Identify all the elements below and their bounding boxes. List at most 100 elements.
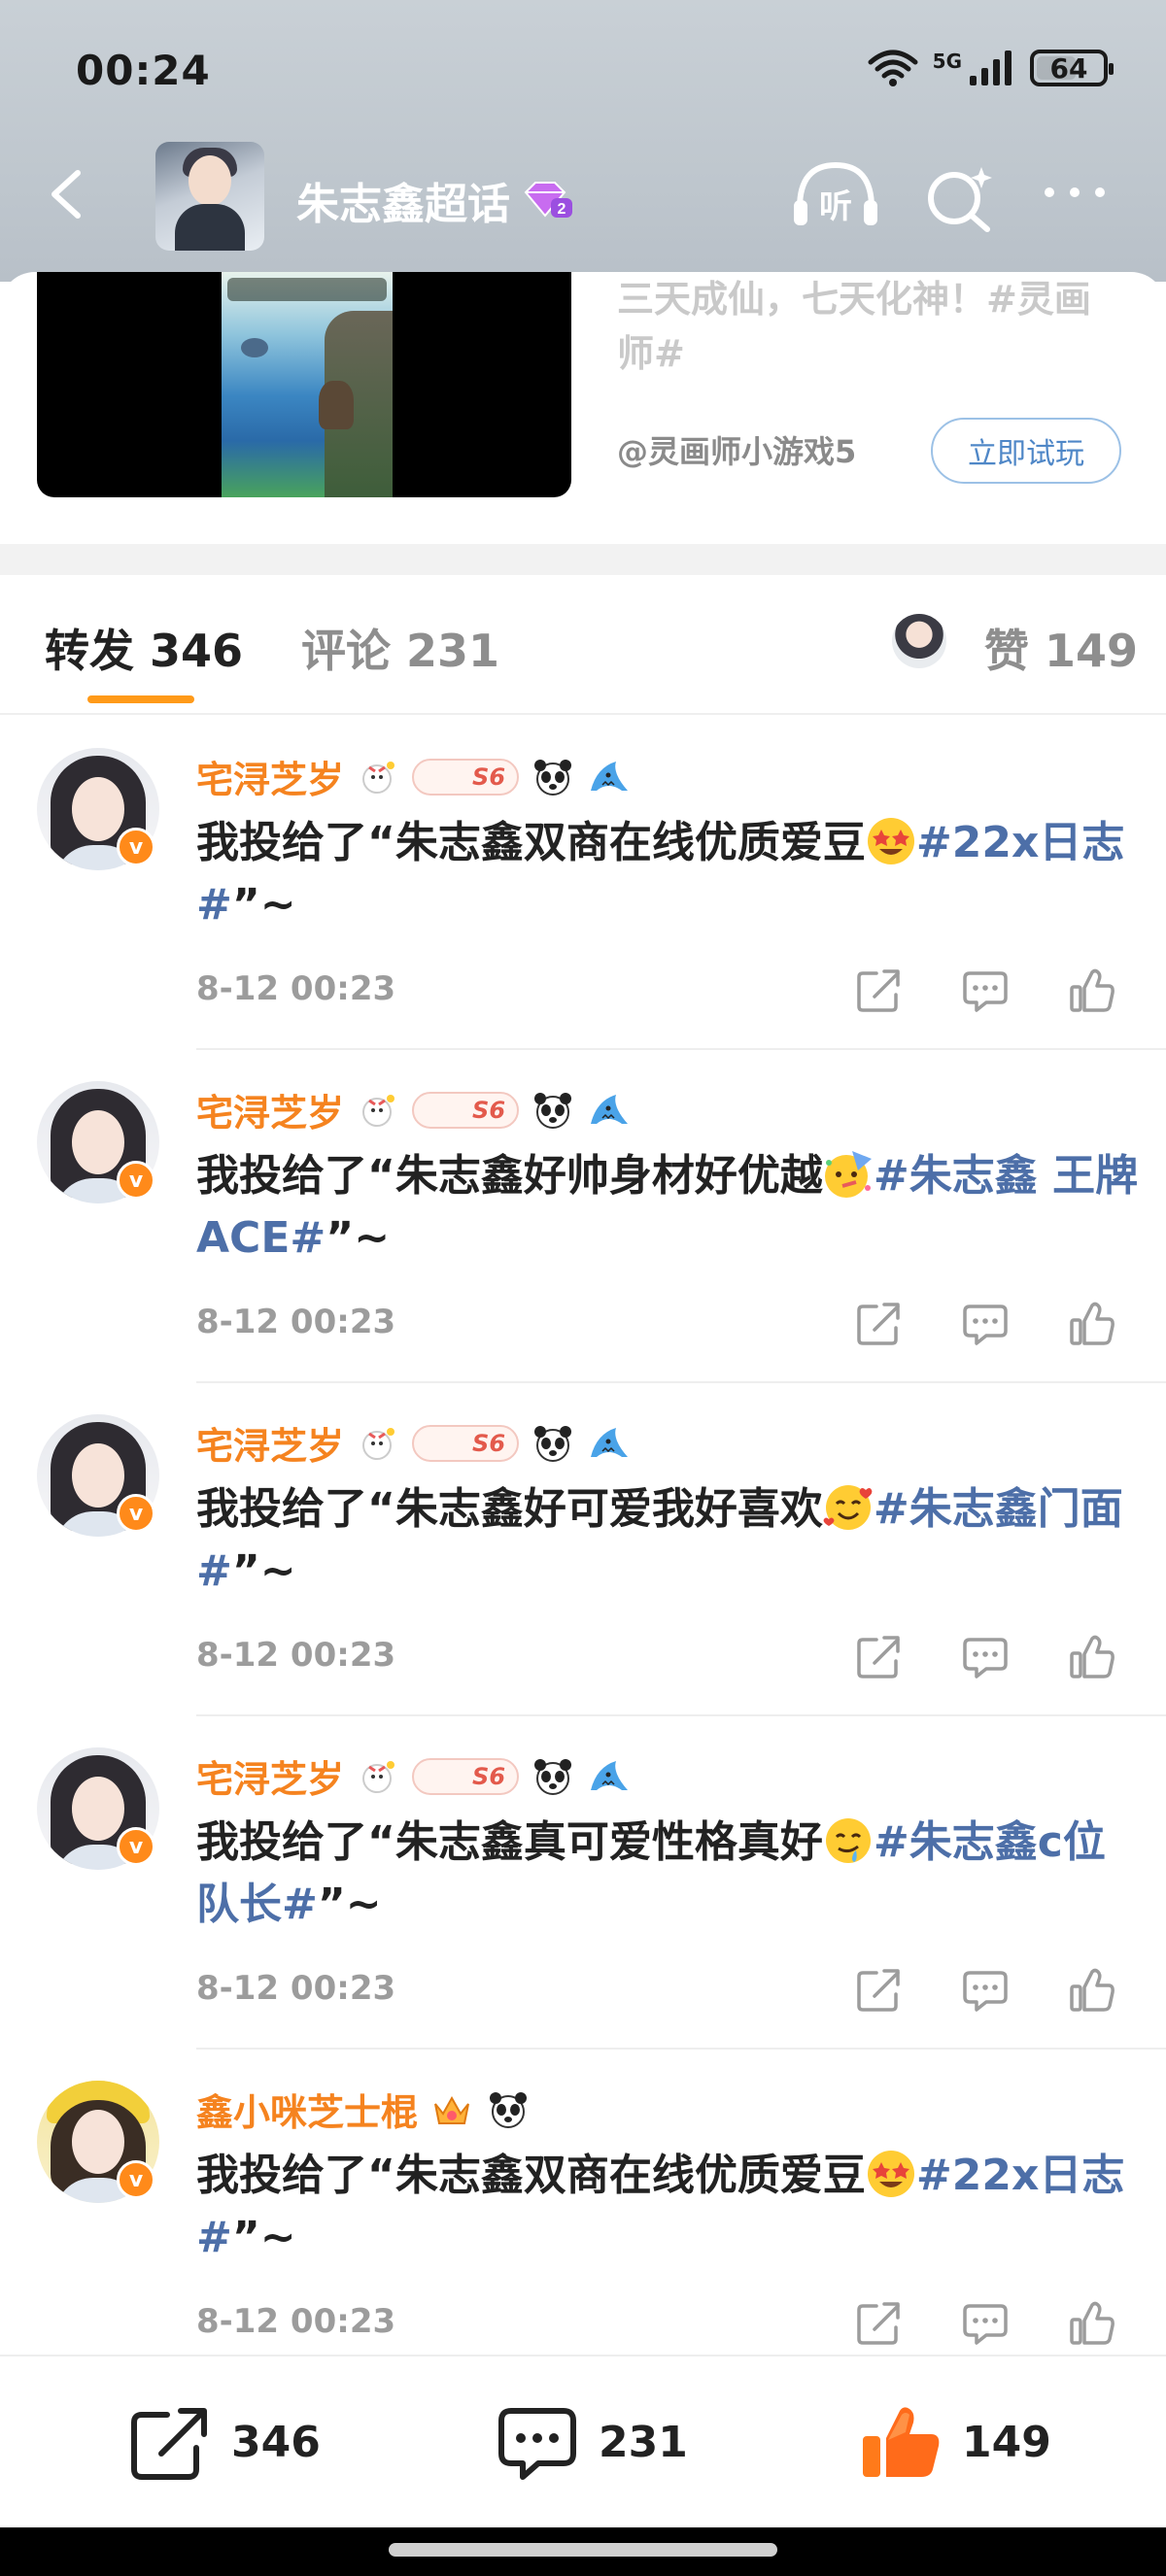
back-button-chevron-left-icon[interactable] bbox=[39, 165, 97, 223]
active-tab-indicator bbox=[87, 695, 194, 703]
post-text[interactable]: 我投给了“朱志鑫好帅身材好优越 #朱志鑫 王牌ACE#”~ bbox=[196, 1145, 1144, 1270]
name-row: 宅浔芝岁 S6 bbox=[196, 750, 632, 803]
headphones-listen-icon[interactable]: 听 bbox=[792, 161, 879, 229]
timestamp: 8-12 00:23 bbox=[196, 1303, 396, 1341]
ad-text[interactable]: 三天成仙，七天化神！#灵画师# bbox=[617, 272, 1122, 381]
comment-icon[interactable] bbox=[962, 967, 1009, 1014]
repost-list: v 宅浔芝岁 S6 我投给了“朱志鑫双商在线优质爱豆 #22x日志#”~ 8-12 00:… bbox=[0, 715, 1166, 2381]
topic-title: 朱志鑫超话 bbox=[296, 180, 510, 229]
comment-count: 231 bbox=[599, 2417, 688, 2467]
crown-fan-badge-icon bbox=[434, 2095, 469, 2124]
signal-icon bbox=[970, 51, 1012, 85]
cartoon-fan-badge-icon bbox=[362, 761, 395, 794]
battery-level: 64 bbox=[1049, 51, 1088, 85]
wifi-icon bbox=[868, 50, 918, 86]
username[interactable]: 鑫小咪芝士棍 bbox=[196, 2083, 418, 2136]
panda-badge-icon bbox=[534, 759, 572, 796]
post-text[interactable]: 我投给了“朱志鑫好可爱我好喜欢 #朱志鑫门面#”~ bbox=[196, 1478, 1144, 1603]
panda-badge-icon bbox=[490, 2091, 528, 2128]
top-nav: 朱志鑫超话 2 听 bbox=[0, 142, 1166, 251]
try-now-button[interactable]: 立即试玩 bbox=[931, 418, 1121, 484]
timestamp: 8-12 00:23 bbox=[196, 1636, 396, 1675]
thumbs-up-icon[interactable] bbox=[1069, 1967, 1115, 2014]
shark-badge-icon bbox=[591, 1760, 629, 1790]
sparkle-search-icon[interactable] bbox=[923, 163, 997, 233]
status-icons: 5G 64 bbox=[867, 49, 1114, 87]
thumbs-up-icon[interactable] bbox=[1069, 1634, 1115, 1680]
timestamp: 8-12 00:23 bbox=[196, 969, 396, 1008]
username[interactable]: 宅浔芝岁 bbox=[196, 1083, 344, 1136]
like-count: 149 bbox=[962, 2417, 1051, 2467]
verified-badge-icon: v bbox=[117, 828, 155, 866]
share-icon[interactable] bbox=[855, 1967, 902, 2014]
repost-item[interactable]: v 宅浔芝岁 S6 我投给了“朱志鑫好可爱我好喜欢 #朱志鑫门面#”~ 8-12 00:2… bbox=[0, 1381, 1166, 1714]
panda-badge-icon bbox=[534, 1425, 572, 1462]
home-indicator[interactable] bbox=[389, 2543, 777, 2557]
home-indicator-strip bbox=[0, 2527, 1166, 2576]
comment-icon[interactable] bbox=[962, 2300, 1009, 2347]
ad-card: 三天成仙，七天化神！#灵画师# @灵画师小游戏5 立即试玩 bbox=[0, 272, 1166, 544]
share-icon[interactable] bbox=[855, 1301, 902, 1347]
ad-source[interactable]: @灵画师小游戏5 bbox=[617, 427, 856, 472]
username[interactable]: 宅浔芝岁 bbox=[196, 1416, 344, 1470]
share-icon[interactable] bbox=[855, 2300, 902, 2347]
timestamp: 8-12 00:23 bbox=[196, 1969, 396, 2008]
star-struck-emoji-icon bbox=[867, 2151, 914, 2197]
repost-item[interactable]: v 宅浔芝岁 S6 我投给了“朱志鑫好帅身材好优越 #朱志鑫 王牌ACE#”~ 8-12 … bbox=[0, 1048, 1166, 1381]
post-text[interactable]: 我投给了“朱志鑫双商在线优质爱豆 #22x日志#”~ bbox=[196, 2145, 1144, 2269]
thumbs-up-filled-icon bbox=[863, 2407, 940, 2477]
verified-badge-icon: v bbox=[117, 1161, 155, 1200]
share-icon[interactable] bbox=[855, 1634, 902, 1680]
bottom-action-bar: 346 231 149 bbox=[0, 2355, 1166, 2529]
topic-title-row[interactable]: 朱志鑫超话 2 bbox=[296, 169, 574, 231]
cartoon-fan-badge-icon bbox=[362, 1760, 395, 1793]
repost-item[interactable]: v 宅浔芝岁 S6 我投给了“朱志鑫真可爱性格真好 #朱志鑫c位队长#”~ 8-12 00… bbox=[0, 1714, 1166, 2048]
timestamp: 8-12 00:23 bbox=[196, 2302, 396, 2341]
level-badge: S6 bbox=[412, 1091, 520, 1129]
ad-video[interactable] bbox=[37, 272, 571, 497]
tab-like[interactable]: 赞 149 bbox=[984, 616, 1138, 680]
more-dots-icon[interactable] bbox=[1045, 181, 1115, 204]
repost-icon bbox=[131, 2408, 207, 2480]
section-divider bbox=[0, 544, 1166, 575]
battery-indicator: 64 bbox=[1030, 50, 1114, 86]
liker-avatar[interactable] bbox=[892, 614, 946, 668]
share-icon[interactable] bbox=[855, 967, 902, 1014]
username[interactable]: 宅浔芝岁 bbox=[196, 750, 344, 803]
comment-icon bbox=[498, 2408, 576, 2480]
repost-count: 346 bbox=[231, 2417, 321, 2467]
comment-icon[interactable] bbox=[962, 1301, 1009, 1347]
tab-repost[interactable]: 转发 346 bbox=[45, 616, 243, 680]
thumbs-up-icon[interactable] bbox=[1069, 1301, 1115, 1347]
name-row: 宅浔芝岁 S6 bbox=[196, 1749, 632, 1803]
post-text[interactable]: 我投给了“朱志鑫真可爱性格真好 #朱志鑫c位队长#”~ bbox=[196, 1812, 1144, 1936]
thumbs-up-icon[interactable] bbox=[1069, 967, 1115, 1014]
tab-comment[interactable]: 评论 231 bbox=[301, 616, 499, 680]
comment-icon[interactable] bbox=[962, 1967, 1009, 2014]
comment-button[interactable]: 231 bbox=[496, 2403, 688, 2481]
like-button[interactable]: 149 bbox=[859, 2403, 1051, 2481]
cartoon-fan-badge-icon bbox=[362, 1427, 395, 1460]
level-badge: S6 bbox=[412, 758, 520, 796]
thumbs-up-icon[interactable] bbox=[1069, 2300, 1115, 2347]
verified-badge-icon: v bbox=[117, 1827, 155, 1866]
party-face-emoji-icon bbox=[824, 1151, 872, 1198]
repost-item[interactable]: v 宅浔芝岁 S6 我投给了“朱志鑫双商在线优质爱豆 #22x日志#”~ 8-12 00:… bbox=[0, 715, 1166, 1048]
repost-item[interactable]: v 鑫小咪芝士棍 我投给了“朱志鑫双商在线优质爱豆 #22x日志#”~ 8-12 00:… bbox=[0, 2048, 1166, 2381]
cartoon-fan-badge-icon bbox=[362, 1094, 395, 1127]
shark-badge-icon bbox=[591, 761, 629, 791]
comment-icon[interactable] bbox=[962, 1634, 1009, 1680]
ad-poster-image bbox=[222, 272, 393, 497]
repost-button[interactable]: 346 bbox=[128, 2403, 321, 2481]
smiling-hearts-emoji-icon bbox=[823, 1485, 873, 1530]
topic-avatar[interactable] bbox=[155, 142, 264, 251]
shark-badge-icon bbox=[591, 1094, 629, 1124]
listen-label: 听 bbox=[819, 187, 852, 226]
vip-diamond-icon: 2 bbox=[524, 182, 572, 218]
post-text[interactable]: 我投给了“朱志鑫双商在线优质爱豆 #22x日志#”~ bbox=[196, 812, 1144, 936]
level-badge: S6 bbox=[412, 1757, 520, 1795]
star-struck-emoji-icon bbox=[867, 818, 914, 864]
name-row: 宅浔芝岁 S6 bbox=[196, 1083, 632, 1136]
username[interactable]: 宅浔芝岁 bbox=[196, 1749, 344, 1803]
name-row: 鑫小咪芝士棍 bbox=[196, 2083, 531, 2136]
